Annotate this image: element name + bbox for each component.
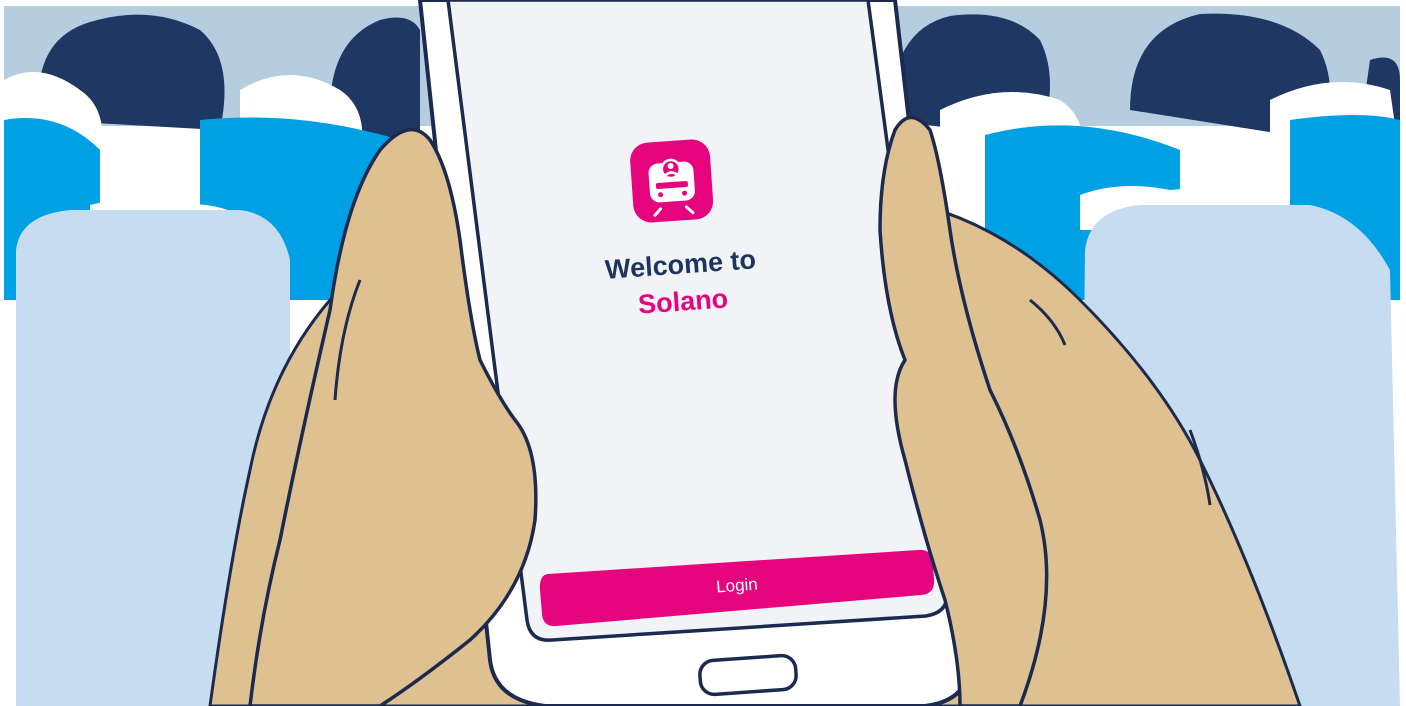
login-label: Login <box>716 575 759 597</box>
illustration: Welcome to Solano Login <box>0 0 1406 706</box>
home-button[interactable] <box>698 653 798 697</box>
app-logo <box>630 139 714 223</box>
app-name-heading: Solano <box>637 283 729 319</box>
